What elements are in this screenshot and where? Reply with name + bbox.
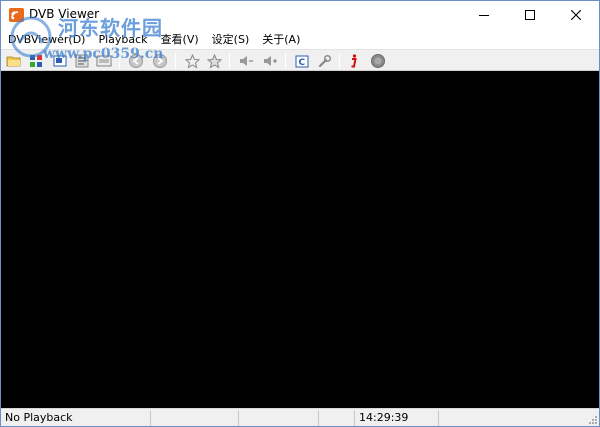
favorites-icon <box>206 53 222 69</box>
epg-icon <box>96 55 112 67</box>
status-cell-empty <box>151 410 239 426</box>
menu-about[interactable]: 关于(A) <box>262 31 300 47</box>
menu-view[interactable]: 查看(V) <box>161 31 199 47</box>
toolbar-separator <box>175 53 176 69</box>
toolbar-separator <box>229 53 230 69</box>
status-cell-empty <box>319 410 355 426</box>
open-file-button[interactable] <box>5 52 23 70</box>
volume-down-icon <box>240 56 253 66</box>
record-icon <box>371 54 385 68</box>
back-icon <box>129 54 143 68</box>
favorite-star-icon <box>184 53 200 69</box>
volume-down-button[interactable] <box>237 52 255 70</box>
status-time: 14:29:39 <box>355 410 439 426</box>
teletext-button[interactable] <box>73 52 91 70</box>
teletext-icon <box>75 54 89 68</box>
maximize-icon <box>525 10 535 20</box>
forward-button[interactable] <box>151 52 169 70</box>
options-button[interactable] <box>315 52 333 70</box>
close-button[interactable] <box>553 1 599 29</box>
info-button[interactable] <box>345 52 363 70</box>
resize-grip-icon[interactable] <box>588 415 598 425</box>
audio-channel-icon: C <box>295 55 308 68</box>
toolbar-separator <box>285 53 286 69</box>
toolbar-separator <box>339 53 340 69</box>
favorites-button[interactable] <box>205 52 223 70</box>
minimize-icon <box>479 15 489 16</box>
maximize-button[interactable] <box>507 1 553 29</box>
open-folder-icon <box>6 56 21 67</box>
forward-icon <box>153 54 167 68</box>
volume-up-button[interactable] <box>261 52 279 70</box>
toolbar-separator <box>119 53 120 69</box>
close-icon <box>571 10 581 20</box>
add-favorite-button[interactable] <box>183 52 201 70</box>
back-button[interactable] <box>127 52 145 70</box>
playback-status: No Playback <box>1 410 151 426</box>
menu-settings[interactable]: 设定(S) <box>212 31 250 47</box>
svg-text:C: C <box>298 58 305 68</box>
status-cell-empty <box>439 410 589 426</box>
info-icon <box>351 54 357 68</box>
status-bar: No Playback 14:29:39 <box>1 408 599 426</box>
toolbar: C <box>1 49 599 71</box>
title-bar[interactable]: DVB Viewer <box>1 1 599 29</box>
menu-playback[interactable]: Playback <box>98 33 147 46</box>
dvb-viewer-app-icon <box>9 8 24 22</box>
audio-channel-button[interactable]: C <box>293 52 311 70</box>
epg-button[interactable] <box>95 52 113 70</box>
status-cell-empty <box>239 410 319 426</box>
app-window: DVB Viewer DVBViewer(D) Playback 查看(V) 设… <box>0 0 600 427</box>
settings-wrench-icon <box>318 54 331 67</box>
menu-dvbviewer[interactable]: DVBViewer(D) <box>8 33 85 46</box>
menu-bar: DVBViewer(D) Playback 查看(V) 设定(S) 关于(A) <box>1 29 599 49</box>
video-display[interactable] <box>1 71 599 408</box>
minimize-button[interactable] <box>461 1 507 29</box>
channel-list-icon <box>30 55 42 67</box>
picture-in-picture-icon <box>53 55 67 67</box>
channel-list-button[interactable] <box>27 52 45 70</box>
window-title: DVB Viewer <box>29 7 100 21</box>
record-button[interactable] <box>369 52 387 70</box>
volume-up-icon <box>264 56 277 66</box>
pip-button[interactable] <box>51 52 69 70</box>
